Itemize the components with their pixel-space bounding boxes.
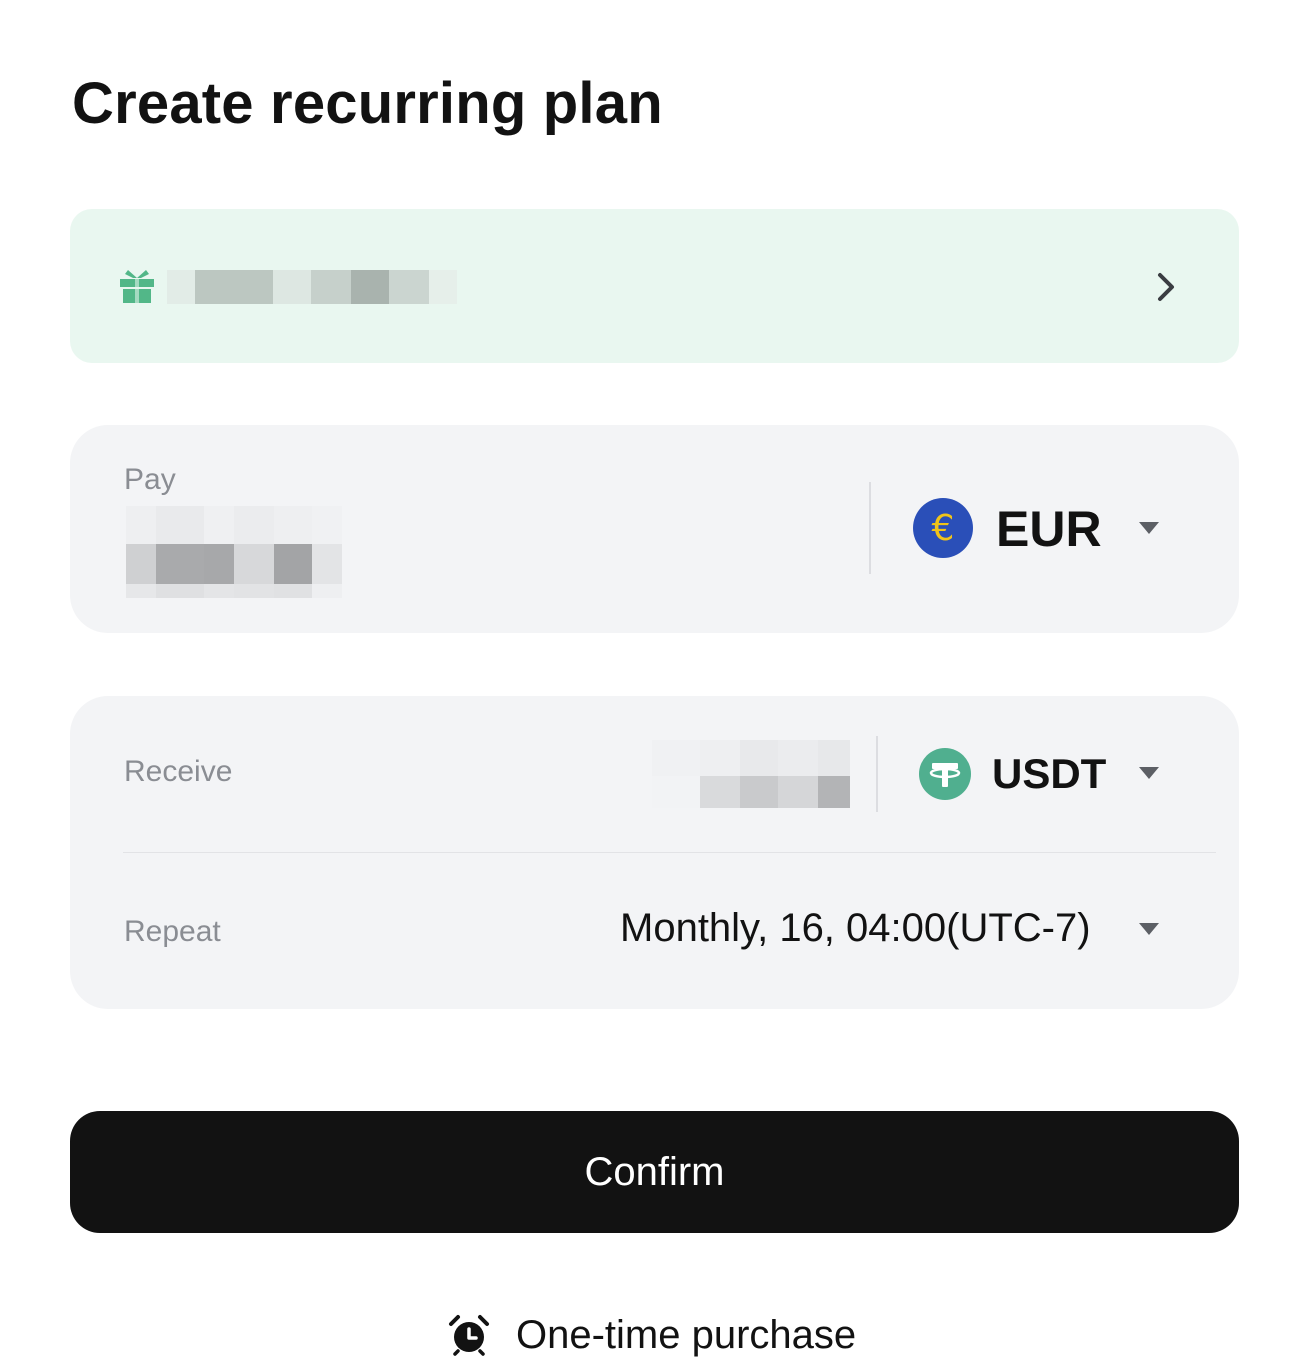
pay-currency-code: EUR: [996, 501, 1102, 557]
gift-icon: [120, 270, 154, 303]
pay-divider: [869, 482, 871, 574]
repeat-value: Monthly, 16, 04:00(UTC-7): [620, 906, 1091, 950]
one-time-purchase-link[interactable]: One-time purchase: [448, 1310, 856, 1360]
chevron-down-icon[interactable]: [1138, 922, 1160, 936]
receive-currency-code: USDT: [992, 750, 1107, 797]
receive-amount-redacted: [652, 740, 850, 808]
card-divider: [123, 852, 1216, 853]
chevron-down-icon[interactable]: [1138, 766, 1160, 780]
alarm-clock-icon: [449, 1315, 489, 1356]
page-title: Create recurring plan: [72, 71, 663, 136]
euro-coin-icon: €: [913, 498, 973, 558]
pay-amount-redacted[interactable]: [126, 506, 342, 598]
receive-label: Receive: [124, 755, 233, 788]
chevron-right-icon[interactable]: [1152, 270, 1180, 304]
promo-text-redacted: [167, 270, 457, 304]
receive-divider: [876, 736, 878, 812]
one-time-purchase-label: One-time purchase: [516, 1312, 857, 1357]
confirm-button[interactable]: Confirm: [70, 1111, 1239, 1233]
tether-coin-icon: [919, 748, 971, 800]
svg-text:€: €: [932, 508, 955, 549]
chevron-down-icon[interactable]: [1138, 521, 1160, 535]
repeat-label: Repeat: [124, 915, 221, 948]
pay-label: Pay: [124, 463, 176, 496]
